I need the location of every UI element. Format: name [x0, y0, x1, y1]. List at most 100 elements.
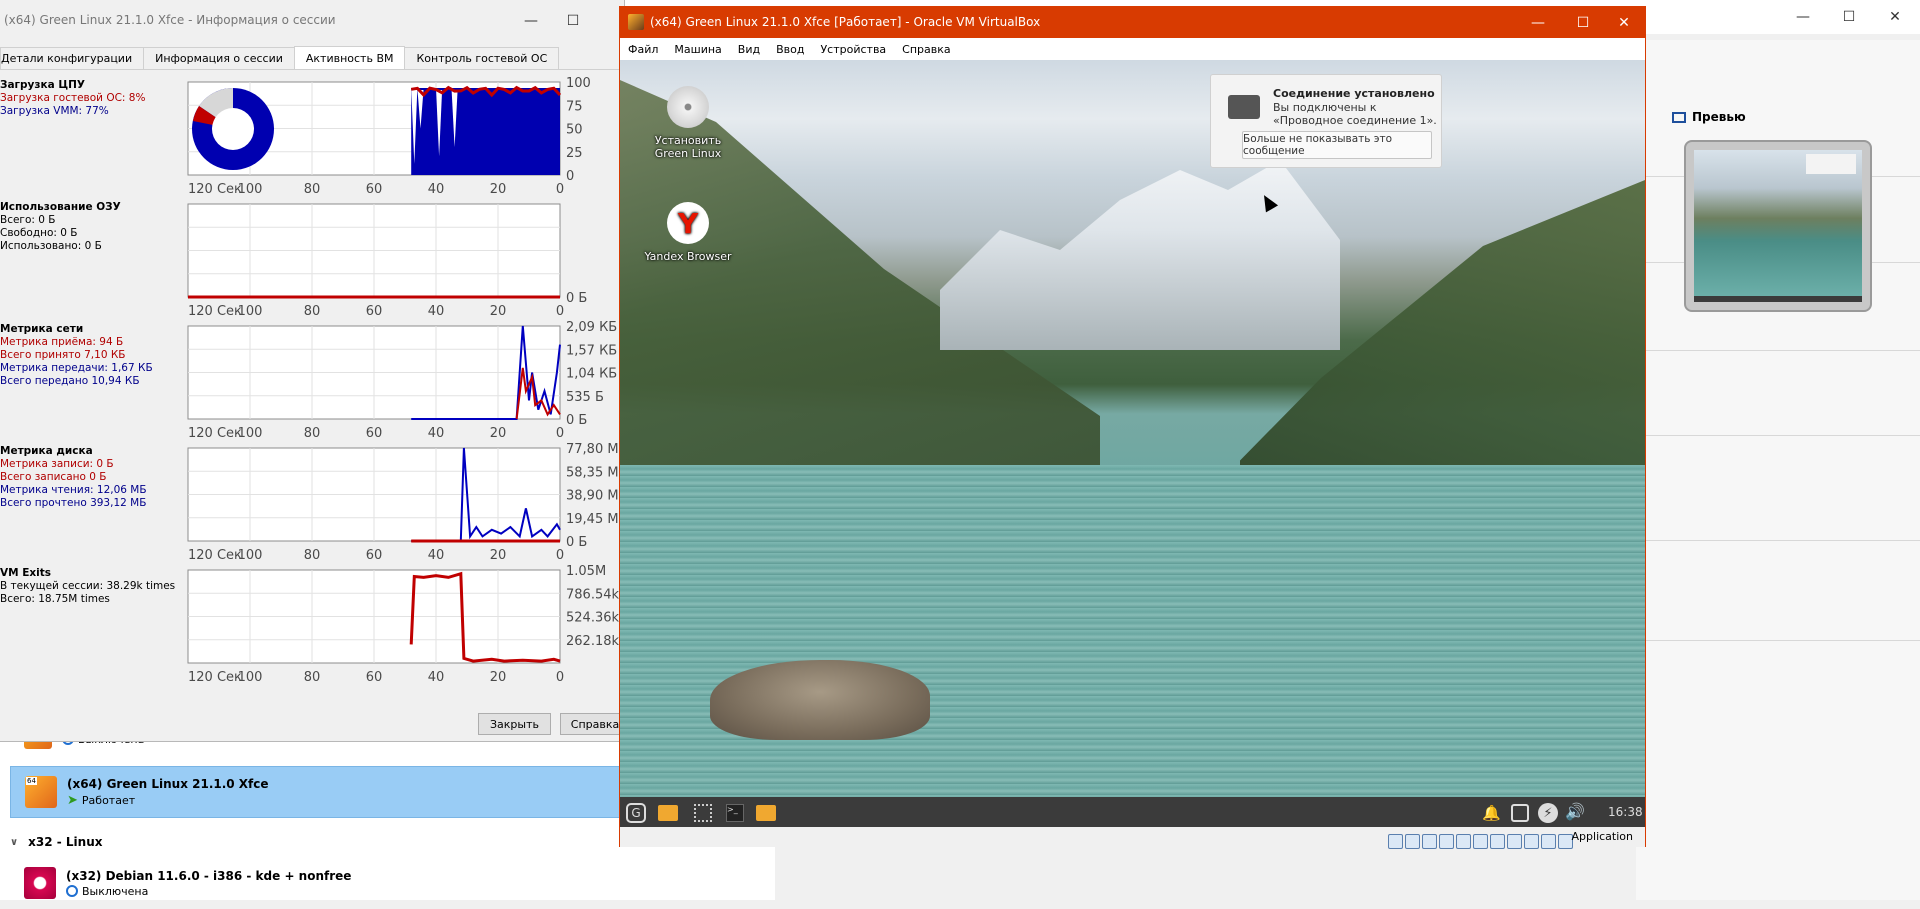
group-label: x32 - Linux: [28, 835, 103, 849]
desktop-icon-yandex[interactable]: Y Yandex Browser: [643, 202, 733, 263]
minimize-icon[interactable]: —: [508, 4, 554, 38]
audio-icon[interactable]: [1422, 834, 1437, 849]
wallpaper-snow-peak: [940, 160, 1340, 350]
y-tick-label: 0 Б: [566, 413, 587, 428]
network-icon[interactable]: [1439, 834, 1454, 849]
y-tick-label: 786.54k: [566, 587, 619, 602]
power-icon[interactable]: ⚡: [1538, 803, 1558, 823]
y-tick-label: 0 Б: [566, 291, 587, 306]
y-tick-label: 2,09 КБ: [566, 320, 617, 335]
power-off-icon: [66, 885, 78, 897]
app-menu-icon[interactable]: G: [626, 803, 646, 823]
volume-icon[interactable]: 🔊: [1565, 802, 1585, 821]
tab-vm-activity[interactable]: Активность ВМ: [293, 46, 406, 69]
y-tick-label: 100: [566, 76, 591, 91]
activity-graphs: 120 Сек100 80 60 40 20 01007550250120 Сек100 8…: [187, 76, 625, 685]
usb-icon[interactable]: [1456, 834, 1471, 849]
maximize-icon[interactable]: ☐: [550, 4, 596, 38]
vm-status-text: Работает: [81, 793, 136, 807]
y-tick-label: 262.18k: [566, 634, 619, 649]
vm-menubar: Файл Машина Вид Ввод Устройства Справка: [620, 38, 1645, 60]
display-icon[interactable]: [1490, 834, 1505, 849]
menu-machine[interactable]: Машина: [674, 43, 721, 56]
x-tick-label: 0: [556, 670, 564, 685]
x-tick-label: 40: [428, 670, 445, 685]
cpu-pie-hole: [212, 108, 254, 150]
x-tick-label: 100: [238, 670, 263, 685]
menu-devices[interactable]: Устройства: [820, 43, 886, 56]
x-tick-label: 80: [304, 182, 321, 197]
device-icons: [1388, 834, 1573, 849]
y-tick-label: 58,35 МБ: [566, 465, 625, 480]
wallpaper-rock: [710, 660, 930, 740]
y-tick-label: 19,45 МБ: [566, 512, 625, 527]
divider: [1636, 640, 1920, 641]
maximize-icon[interactable]: ☐: [1826, 0, 1872, 34]
maximize-icon[interactable]: ☐: [1560, 7, 1606, 38]
divider: [1636, 540, 1920, 541]
terminal-icon[interactable]: >_: [726, 804, 744, 822]
vm-item[interactable]: (x32) Debian 11.6.0 - i386 - kde + nonfr…: [10, 857, 775, 909]
wallpaper-lake: [620, 465, 1645, 797]
vm-status: Выключена: [66, 885, 351, 898]
folder-icon[interactable]: [658, 805, 678, 821]
x-tick-label: 20: [490, 548, 507, 563]
menu-view[interactable]: Вид: [738, 43, 760, 56]
hard-disk-icon[interactable]: [1388, 834, 1403, 849]
network-tray-icon[interactable]: [1511, 804, 1529, 822]
preview-header[interactable]: Превью: [1672, 110, 1746, 124]
mouse-integration-icon[interactable]: [1541, 834, 1556, 849]
optical-drive-icon[interactable]: [1405, 834, 1420, 849]
x-tick-label: 40: [428, 426, 445, 441]
guest-desktop[interactable]: Установить Green Linux Y Yandex Browser …: [620, 60, 1645, 797]
close-button[interactable]: Закрыть: [478, 713, 551, 735]
x-tick-label: 0: [556, 182, 564, 197]
vm-status: ➤ Работает: [67, 793, 269, 808]
y-tick-label: 1,57 КБ: [566, 343, 617, 358]
dont-show-again-button[interactable]: Больше не показывать это сообщение: [1242, 131, 1432, 159]
x-tick-label: 0: [556, 304, 564, 319]
minimize-icon[interactable]: —: [1780, 0, 1826, 34]
x-tick-label: 100: [238, 182, 263, 197]
preview-thumbnail: [1694, 150, 1862, 302]
vm-name: (x32) Debian 11.6.0 - i386 - kde + nonfr…: [66, 868, 352, 883]
divider: [1636, 350, 1920, 351]
y-tick-label: 535 Б: [566, 390, 604, 405]
x-tick-label: 80: [304, 548, 321, 563]
menu-file[interactable]: Файл: [628, 43, 658, 56]
x-tick-label: 120 Сек: [188, 426, 242, 441]
notifications-icon[interactable]: 🔔: [1482, 804, 1501, 822]
tab-guest-control[interactable]: Контроль гостевой ОС: [404, 47, 560, 69]
clock[interactable]: 16:38: [1608, 805, 1643, 819]
vm-name: (x64) Green Linux 21.1.0 Xfce: [67, 776, 269, 791]
x-tick-label: 60: [366, 304, 383, 319]
group-header[interactable]: ∨ x32 - Linux: [10, 832, 103, 852]
vm-preview: [1684, 140, 1872, 312]
recording-icon[interactable]: [1507, 834, 1522, 849]
x-tick-label: 60: [366, 548, 383, 563]
menu-help[interactable]: Справка: [902, 43, 950, 56]
folder-icon[interactable]: [756, 805, 776, 821]
apps-grid-icon[interactable]: [694, 804, 712, 822]
running-arrow-icon: ➤: [67, 792, 78, 808]
x-tick-label: 120 Сек: [188, 670, 242, 685]
y-tick-label: 0 Б: [566, 535, 587, 550]
virtualbox-icon: [628, 14, 644, 30]
notification-title: Соединение установлено: [1273, 87, 1435, 100]
x-tick-label: 80: [304, 304, 321, 319]
x-tick-label: 120 Сек: [188, 182, 242, 197]
menu-input[interactable]: Ввод: [776, 43, 804, 56]
x-tick-label: 100: [238, 426, 263, 441]
vm-status-text: Выключена: [82, 884, 149, 898]
tab-session-info[interactable]: Информация о сессии: [143, 47, 295, 69]
desktop-icon-install[interactable]: Установить Green Linux: [643, 86, 733, 160]
shared-folder-icon[interactable]: [1473, 834, 1488, 849]
x-tick-label: 60: [366, 670, 383, 685]
x-tick-label: 40: [428, 304, 445, 319]
close-icon[interactable]: ✕: [1872, 0, 1918, 34]
tab-config-details[interactable]: Детали конфигурации: [0, 47, 145, 69]
cpu-icon[interactable]: [1524, 834, 1539, 849]
preview-label: Превью: [1692, 110, 1746, 124]
minimize-icon[interactable]: —: [1515, 7, 1561, 38]
close-icon[interactable]: ✕: [1601, 7, 1647, 38]
